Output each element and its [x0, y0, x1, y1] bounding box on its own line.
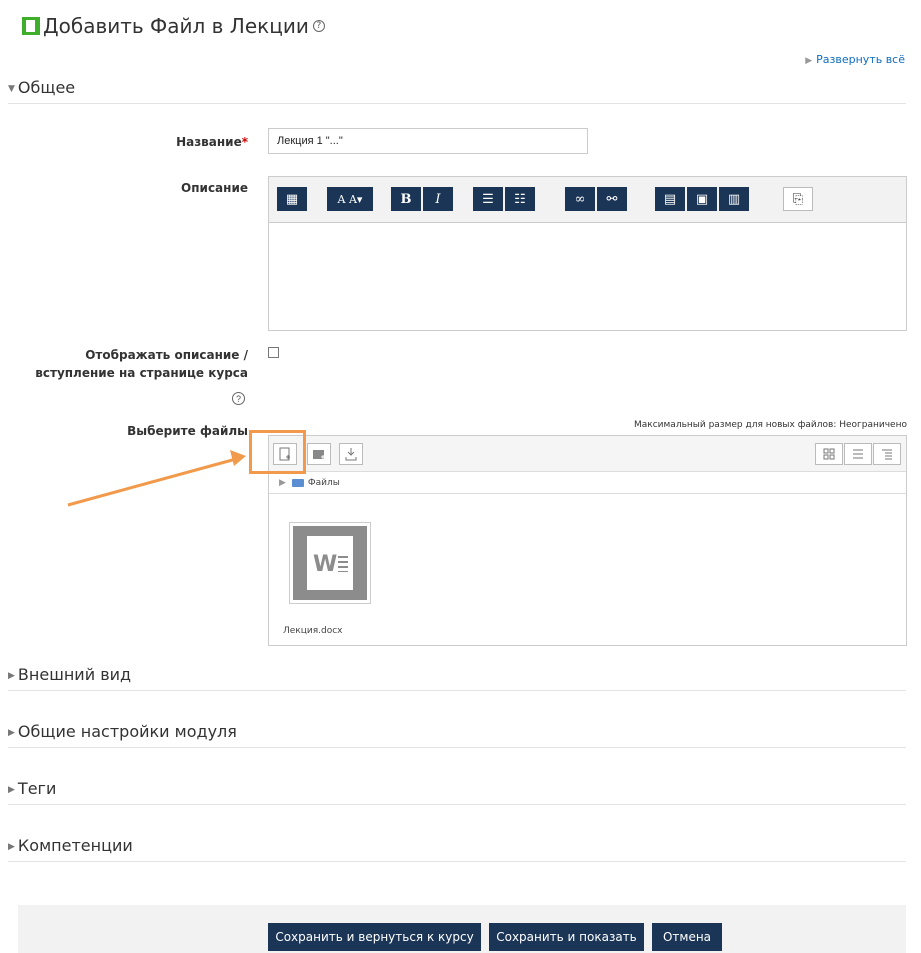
view-list-button[interactable] — [844, 443, 872, 465]
name-input[interactable] — [268, 128, 588, 154]
expand-triangle-icon: ▶ — [805, 56, 813, 66]
description-label: Описание — [181, 181, 248, 195]
section-collapsed-icon: ▶ — [8, 727, 15, 738]
section-expanded-icon: ▼ — [8, 83, 15, 94]
media-icon[interactable]: ▥ — [719, 187, 749, 211]
page-title: Добавить Файл в Лекции ? — [22, 14, 325, 38]
view-icons-button[interactable] — [815, 443, 843, 465]
unlink-icon[interactable]: ⚯ — [597, 187, 627, 211]
list-view-icon — [853, 449, 863, 459]
file-manager-toolbar — [269, 436, 906, 472]
max-size-note: Максимальный размер для новых файлов: Не… — [634, 420, 907, 430]
word-file-icon: W — [293, 526, 367, 600]
bold-icon[interactable]: B — [391, 187, 421, 211]
font-style-icon[interactable]: A A▾ — [327, 187, 373, 211]
view-tree-button[interactable] — [873, 443, 901, 465]
italic-icon[interactable]: I — [423, 187, 453, 211]
show-description-checkbox[interactable] — [268, 347, 279, 358]
create-folder-icon — [313, 450, 325, 459]
section-competencies-header[interactable]: ▶ Компетенции — [8, 836, 906, 862]
grid-view-icon — [823, 448, 835, 460]
toolbar-toggle-icon[interactable]: ▦ — [277, 187, 307, 211]
file-module-icon — [22, 17, 40, 35]
section-general-label: Общее — [17, 78, 76, 97]
link-icon[interactable]: ∞ — [565, 187, 595, 211]
word-document-shape: W — [307, 536, 353, 590]
file-tile[interactable]: W — [289, 522, 371, 604]
file-manager[interactable]: ▶ Файлы W Лекция.docx — [268, 435, 907, 646]
download-all-button[interactable] — [339, 443, 363, 465]
show-description-label-line1: Отображать описание / — [85, 348, 248, 362]
required-mark: * — [241, 135, 248, 149]
help-icon[interactable]: ? — [312, 20, 325, 32]
expand-all-label: Развернуть всё — [816, 53, 905, 66]
section-tags-label: Теги — [17, 779, 57, 798]
section-tags-header[interactable]: ▶ Теги — [8, 779, 906, 805]
section-general-header[interactable]: ▼ Общее — [8, 78, 906, 104]
path-expand-icon: ▶ — [279, 477, 286, 488]
paste-icon[interactable]: ⎘ — [783, 187, 813, 211]
section-collapsed-icon: ▶ — [8, 841, 15, 852]
section-appearance-label: Внешний вид — [17, 665, 132, 684]
cancel-button[interactable]: Отмена — [652, 923, 722, 951]
help-icon[interactable]: ? — [232, 392, 245, 405]
section-competencies-label: Компетенции — [17, 836, 133, 855]
page-title-text: Добавить Файл в Лекции — [43, 14, 309, 38]
name-label: Название* — [120, 135, 248, 149]
editor-content-area[interactable] — [269, 223, 906, 330]
show-description-label: Отображать описание / вступление на стра… — [20, 346, 248, 382]
expand-all-link[interactable]: ▶ Развернуть всё — [805, 53, 905, 66]
save-and-show-button[interactable]: Сохранить и показать — [489, 923, 644, 951]
description-editor[interactable]: ▦ A A▾ B I ☰ ☷ ∞ ⚯ ▤ ▣ ▥ ⎘ — [268, 176, 907, 331]
section-module-settings-header[interactable]: ▶ Общие настройки модуля — [8, 722, 906, 748]
image-icon[interactable]: ▣ — [687, 187, 717, 211]
section-module-settings-label: Общие настройки модуля — [17, 722, 237, 741]
file-name[interactable]: Лекция.docx — [283, 626, 383, 636]
manage-files-icon[interactable]: ▤ — [655, 187, 685, 211]
show-description-label-line2: вступление на странице курса — [35, 366, 248, 380]
section-collapsed-icon: ▶ — [8, 784, 15, 795]
highlight-box — [249, 430, 306, 474]
word-lines-glyph — [338, 556, 348, 572]
tree-view-icon — [882, 449, 892, 460]
unordered-list-icon[interactable]: ☰ — [473, 187, 503, 211]
section-appearance-header[interactable]: ▶ Внешний вид — [8, 665, 906, 691]
ordered-list-icon[interactable]: ☷ — [505, 187, 535, 211]
download-icon — [345, 448, 357, 461]
save-and-return-button[interactable]: Сохранить и вернуться к курсу — [268, 923, 481, 951]
form-footer: Сохранить и вернуться к курсу Сохранить … — [18, 905, 906, 953]
path-label: Файлы — [307, 477, 340, 488]
file-manager-path[interactable]: ▶ Файлы — [269, 472, 906, 494]
name-label-text: Название — [176, 135, 242, 149]
folder-icon — [291, 478, 304, 487]
word-letter-glyph: W — [313, 552, 338, 577]
create-folder-button[interactable] — [307, 443, 331, 465]
section-collapsed-icon: ▶ — [8, 670, 15, 681]
editor-toolbar: ▦ A A▾ B I ☰ ☷ ∞ ⚯ ▤ ▣ ▥ ⎘ — [269, 177, 906, 223]
files-label: Выберите файлы — [127, 424, 248, 438]
